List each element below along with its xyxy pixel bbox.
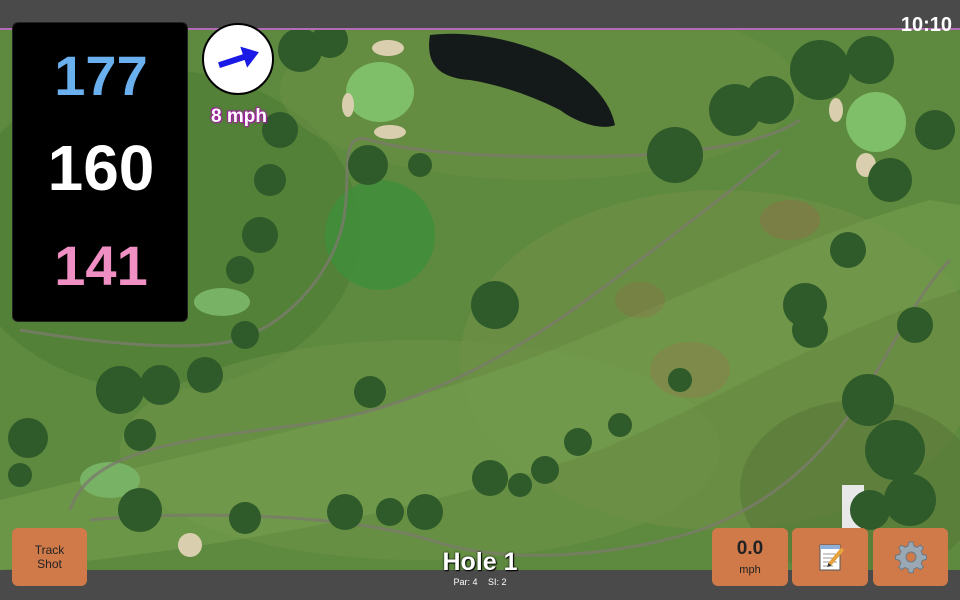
speed-unit: mph bbox=[739, 564, 761, 576]
gear-icon bbox=[894, 541, 927, 574]
hole-par: Par: 4 bbox=[453, 577, 478, 587]
speed-value: 0.0 bbox=[736, 538, 764, 559]
wind-indicator bbox=[202, 23, 274, 95]
back-distance: 177 bbox=[54, 44, 148, 107]
speed-button[interactable]: 0.0 mph bbox=[712, 528, 788, 586]
hole-stroke-index: SI: 2 bbox=[488, 577, 507, 587]
middle-distance: 160 bbox=[47, 132, 155, 204]
track-shot-label-line2: Shot bbox=[37, 557, 62, 571]
track-shot-button[interactable]: Track Shot bbox=[12, 528, 87, 586]
notepad-icon bbox=[819, 544, 845, 571]
notes-button[interactable] bbox=[792, 528, 868, 586]
distance-panel[interactable]: 177 160 141 bbox=[12, 22, 188, 322]
status-time: 10:10 bbox=[900, 14, 952, 36]
hole-info: Par: 4 SI: 2 bbox=[380, 577, 580, 587]
hole-title: Hole 1 bbox=[442, 548, 518, 576]
track-shot-label-line1: Track bbox=[34, 543, 65, 557]
settings-button[interactable] bbox=[873, 528, 948, 586]
front-distance: 141 bbox=[54, 234, 148, 297]
wind-direction-arrow-icon bbox=[218, 46, 259, 69]
wind-speed-label: 8 mph bbox=[211, 106, 267, 127]
